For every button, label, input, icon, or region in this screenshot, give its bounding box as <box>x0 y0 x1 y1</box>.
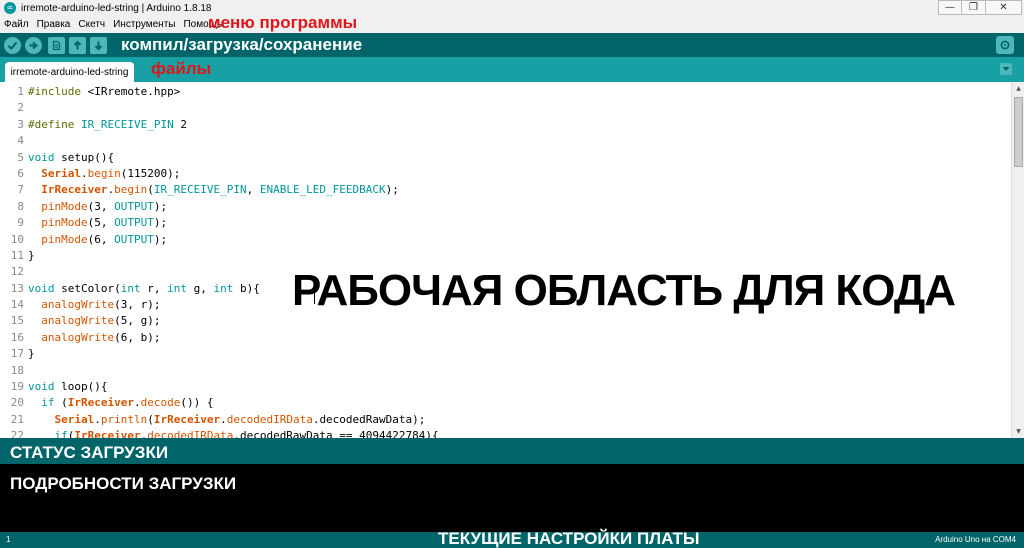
line-number: 11 <box>10 248 24 262</box>
code-line: Serial.println(IrReceiver.decodedIRData.… <box>54 412 426 426</box>
arrow-right-icon <box>29 41 39 49</box>
line-number: 12 <box>10 265 24 279</box>
line-number: 15 <box>10 314 24 328</box>
line-number: 21 <box>10 412 24 426</box>
code-line: } <box>28 248 35 262</box>
menu-tools[interactable]: Инструменты <box>109 19 179 30</box>
editor-scrollbar[interactable]: ▲ ▼ <box>1011 82 1024 438</box>
menu-edit[interactable]: Правка <box>33 19 75 30</box>
code-line: analogWrite(6, b); <box>41 330 161 344</box>
annotation-details: ПОДРОБНОСТИ ЗАГРУЗКИ <box>10 474 237 493</box>
maximize-button[interactable]: ❐ <box>962 0 986 15</box>
annotation-files: файлы <box>151 59 212 78</box>
verify-button[interactable] <box>4 36 21 54</box>
line-number: 16 <box>10 330 24 344</box>
menu-bar: Файл Правка Скетч Инструменты Помощь <box>0 16 1024 33</box>
code-line: pinMode(3, OUTPUT); <box>41 199 168 213</box>
code-editor[interactable]: 1 2 3 4 5 6 7 8 9 10 11 12 13 14 15 16 1… <box>0 82 1011 438</box>
code-line: if (IrReceiver.decode()) { <box>41 396 214 410</box>
scroll-down-icon[interactable]: ▼ <box>1012 425 1024 438</box>
chevron-down-icon <box>1002 67 1010 71</box>
line-number: 20 <box>10 396 24 410</box>
minimize-button[interactable]: — <box>938 0 962 15</box>
scroll-up-icon[interactable]: ▲ <box>1012 82 1024 95</box>
title-bar: ∞ irremote-arduino-led-string | Arduino … <box>0 0 1024 16</box>
line-number: 7 <box>17 183 24 197</box>
line-numbers: 1 2 3 4 5 6 7 8 9 10 11 12 13 14 15 16 1… <box>0 82 24 438</box>
window-controls: — ❐ ✕ <box>938 0 1022 16</box>
line-number: 9 <box>17 216 24 230</box>
line-number: 18 <box>10 363 24 377</box>
footer-board-info: Arduino Uno на COM4 <box>935 535 1016 544</box>
line-number: 8 <box>17 199 24 213</box>
code-line: pinMode(5, OUTPUT); <box>41 216 168 230</box>
check-icon <box>7 41 18 50</box>
code-line: Serial.begin(115200); <box>41 166 181 180</box>
line-number: 1 <box>17 85 24 98</box>
upload-button[interactable] <box>25 36 42 54</box>
new-file-icon <box>52 40 61 50</box>
menu-file[interactable]: Файл <box>0 19 33 30</box>
tab-menu-button[interactable] <box>1000 63 1012 75</box>
menu-sketch[interactable]: Скетч <box>74 19 109 30</box>
code-line: IrReceiver.begin(IR_RECEIVE_PIN, ENABLE_… <box>41 183 399 197</box>
line-number: 2 <box>17 101 24 115</box>
code-line: if(IrReceiver.decodedIRData.decodedRawDa… <box>54 429 439 438</box>
line-number: 13 <box>10 281 24 295</box>
new-button[interactable] <box>48 36 65 54</box>
annotation-toolbar: компил/загрузка/сохранение <box>121 35 363 54</box>
open-button[interactable] <box>69 36 86 54</box>
code-line: #include <IRremote.hpp> <box>28 85 181 98</box>
code-line: #define IR_RECEIVE_PIN 2 <box>28 117 187 131</box>
magnifier-icon <box>1000 40 1010 50</box>
annotation-status: СТАТУС ЗАГРУЗКИ <box>10 443 169 462</box>
annotation-board: ТЕКУЩИЕ НАСТРОЙКИ ПЛАТЫ <box>438 529 700 548</box>
line-number: 22 <box>10 429 24 438</box>
scroll-thumb[interactable] <box>1014 97 1023 167</box>
arrow-up-icon <box>73 40 82 49</box>
line-number: 3 <box>17 117 24 131</box>
line-number: 4 <box>17 134 24 148</box>
line-number: 5 <box>17 150 24 164</box>
annotation-workspace: РАБОЧАЯ ОБЛАСТЬ ДЛЯ КОДА <box>292 266 956 315</box>
line-number: 6 <box>17 166 24 180</box>
code-line: void setup(){ <box>28 150 115 164</box>
code-line: void loop(){ <box>28 380 108 394</box>
code-line: } <box>28 347 35 361</box>
save-button[interactable] <box>90 36 107 54</box>
serial-monitor-button[interactable] <box>996 36 1014 54</box>
line-number: 10 <box>10 232 24 246</box>
arduino-logo-icon: ∞ <box>4 2 16 14</box>
close-button[interactable]: ✕ <box>986 0 1022 15</box>
footer-line-number: 1 <box>6 535 11 544</box>
code-line: pinMode(6, OUTPUT); <box>41 232 168 246</box>
line-number: 19 <box>10 380 24 394</box>
code-area[interactable]: #include <IRremote.hpp> #define IR_RECEIV… <box>28 82 1011 438</box>
arrow-down-icon <box>94 41 103 50</box>
line-number: 17 <box>10 347 24 361</box>
line-number: 14 <box>10 298 24 312</box>
annotation-menu: меню программы <box>208 13 358 32</box>
tab-irremote-arduino-led-string[interactable]: irremote-arduino-led-string <box>5 62 134 82</box>
window-title: irremote-arduino-led-string | Arduino 1.… <box>21 2 212 14</box>
